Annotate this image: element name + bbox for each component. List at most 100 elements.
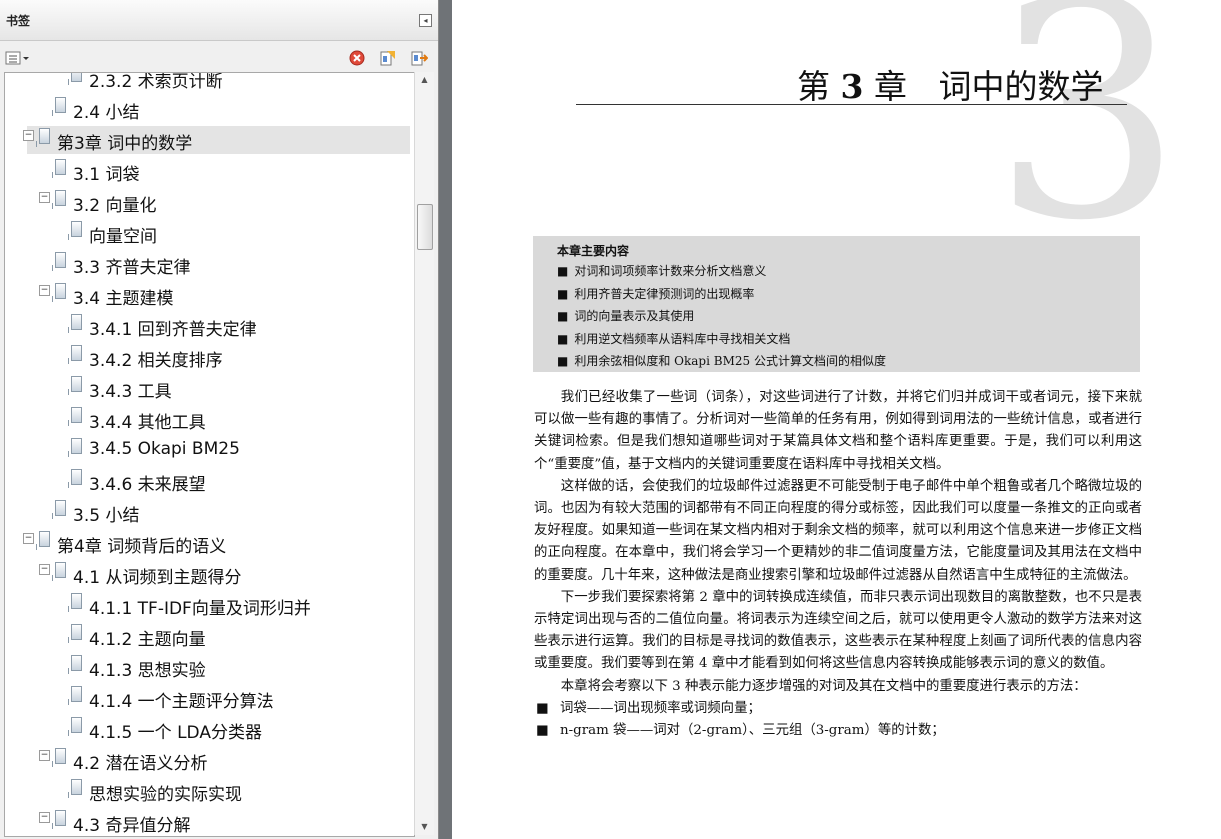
- collapse-toggle-icon[interactable]: −: [39, 812, 50, 823]
- bookmark-item[interactable]: 3.4.4 其他工具: [59, 405, 410, 433]
- chapter-title: 词中的数学: [938, 67, 1104, 106]
- tree-scrollbar[interactable]: ▲ ▼: [414, 72, 434, 835]
- scroll-thumb[interactable]: [417, 204, 433, 250]
- bookmark-label: 4.3 奇异值分解: [73, 816, 191, 836]
- bookmark-item[interactable]: 4.1.5 一个 LDA分类器: [59, 715, 410, 743]
- bookmark-label: 4.1 从词频到主题得分: [73, 568, 242, 588]
- bookmark-label: 向量空间: [89, 227, 157, 247]
- bookmark-label: 3.4 主题建模: [73, 289, 174, 309]
- body-list-item: 词袋——词出现频率或词频向量；: [534, 698, 1142, 720]
- delete-bookmark-icon[interactable]: [348, 50, 366, 66]
- collapse-toggle-icon[interactable]: −: [39, 750, 50, 761]
- bookmark-icon: [68, 73, 82, 85]
- bookmark-icon: [52, 500, 66, 519]
- scroll-up-arrow-icon[interactable]: ▲: [415, 72, 434, 88]
- bookmark-toolbar: [0, 44, 438, 72]
- chapter-rule: [576, 104, 1127, 105]
- bookmark-icon: [68, 345, 82, 364]
- body-text: 我们已经收集了一些词（词条），对这些词进行了计数，并将它们归并成词干或者词元，接…: [534, 387, 1142, 742]
- panel-title: 书签: [6, 14, 31, 28]
- collapse-panel-icon[interactable]: ◂: [419, 14, 432, 27]
- bookmark-label: 3.4.2 相关度排序: [89, 351, 223, 371]
- bookmark-item[interactable]: 4.1.2 主题向量: [59, 622, 410, 650]
- bookmark-label: 思想实验的实际实现: [89, 785, 242, 805]
- bookmark-icon: [68, 593, 82, 612]
- bookmark-item[interactable]: − 4.1 从词频到主题得分: [39, 560, 410, 588]
- bookmark-item[interactable]: 3.1 词袋: [43, 157, 410, 185]
- bookmark-item[interactable]: 3.4.6 未来展望: [59, 467, 410, 495]
- expand-bookmark-icon[interactable]: [410, 50, 428, 66]
- bookmark-item[interactable]: 3.4.1 回到齐普夫定律: [59, 312, 410, 340]
- bookmark-icon: [52, 190, 66, 209]
- bookmark-icon: [52, 159, 66, 178]
- bookmark-label: 4.1.2 主题向量: [89, 630, 206, 650]
- body-list-item: n-gram 袋——词对（2-gram）、三元组（3-gram）等的计数；: [534, 720, 1142, 742]
- collapse-toggle-icon[interactable]: −: [23, 533, 34, 544]
- bookmark-icon: [68, 717, 82, 736]
- bookmark-item[interactable]: − 4.3 奇异值分解: [39, 808, 410, 836]
- bookmark-item[interactable]: 3.4.2 相关度排序: [59, 343, 410, 371]
- panel-splitter[interactable]: [439, 0, 452, 839]
- bookmark-item[interactable]: 2.4 小结: [43, 95, 410, 123]
- bookmark-item[interactable]: 4.1.1 TF-IDF向量及词形归并: [59, 591, 410, 619]
- bookmark-label: 2.4 小结: [73, 103, 140, 123]
- summary-item: 利用齐普夫定律预测词的出现概率: [557, 285, 754, 302]
- bookmark-item[interactable]: 2.3.2 术索页计断: [59, 72, 410, 92]
- bookmark-item[interactable]: 4.1.3 思想实验: [59, 653, 410, 681]
- bookmark-label: 3.4.1 回到齐普夫定律: [89, 320, 257, 340]
- bookmark-icon: [68, 624, 82, 643]
- bookmark-icon: [52, 252, 66, 271]
- summary-item: 利用逆文档频率从语料库中寻找相关文档: [557, 330, 790, 347]
- summary-box: 本章主要内容 对词和词项频率计数来分析文档意义利用齐普夫定律预测词的出现概率词的…: [533, 236, 1140, 372]
- bookmark-item[interactable]: − 3.4 主题建模: [39, 281, 410, 309]
- bookmark-icon: [68, 655, 82, 674]
- bookmark-icon: [68, 407, 82, 426]
- bookmark-item[interactable]: 思想实验的实际实现: [59, 777, 410, 805]
- bookmark-label: 第3章 词中的数学: [57, 134, 193, 154]
- bookmark-label: 4.1.3 思想实验: [89, 661, 206, 681]
- bookmark-label: 第4章 词频背后的语义: [57, 537, 227, 557]
- bookmark-item[interactable]: 3.4.3 工具: [59, 374, 410, 402]
- bookmark-label: 3.4.6 未来展望: [89, 475, 206, 495]
- bookmark-item[interactable]: − 4.2 潜在语义分析: [39, 746, 410, 774]
- options-menu-icon[interactable]: [5, 50, 31, 66]
- bookmark-label: 3.5 小结: [73, 506, 140, 526]
- bookmark-item[interactable]: − 3.2 向量化: [39, 188, 410, 216]
- bookmark-item[interactable]: − 第3章 词中的数学: [23, 126, 410, 154]
- bookmarks-panel: 书签 ◂ 2.3.2 术索页计断 2.4 小结 − 第3章 词中的数学 3.1 词袋 − 3…: [0, 0, 439, 839]
- bookmark-tree: 2.3.2 术索页计断 2.4 小结 − 第3章 词中的数学 3.1 词袋 − 3.2 向量…: [4, 72, 415, 837]
- bookmark-label: 4.2 潜在语义分析: [73, 754, 208, 774]
- bookmark-label: 3.4.3 工具: [89, 382, 172, 402]
- bookmark-item[interactable]: 3.3 齐普夫定律: [43, 250, 410, 278]
- bookmark-item[interactable]: 向量空间: [59, 219, 410, 247]
- document-page: 3 第 3 章 词中的数学 本章主要内容 对词和词项频率计数来分析文档意义利用齐…: [452, 0, 1221, 839]
- collapse-toggle-icon[interactable]: −: [39, 192, 50, 203]
- body-paragraph: 下一步我们要探索将第 2 章中的词转换成连续值，而非只表示词出现数目的离散整数，…: [534, 589, 1142, 672]
- bookmark-label: 3.2 向量化: [73, 196, 157, 216]
- bookmark-icon: [52, 283, 66, 302]
- bookmark-label: 4.1.4 一个主题评分算法: [89, 692, 274, 712]
- collapse-toggle-icon[interactable]: −: [39, 564, 50, 575]
- new-bookmark-icon[interactable]: [378, 50, 396, 66]
- body-paragraph: 我们已经收集了一些词（词条），对这些词进行了计数，并将它们归并成词干或者词元，接…: [534, 390, 1142, 472]
- chapter-heading: 第 3 章 词中的数学: [797, 67, 1104, 106]
- panel-header: 书签 ◂: [0, 0, 438, 41]
- bookmark-label: 4.1.5 一个 LDA分类器: [89, 723, 262, 743]
- bookmark-label: 2.3.2 术索页计断: [89, 72, 223, 92]
- bookmark-item[interactable]: 4.1.4 一个主题评分算法: [59, 684, 410, 712]
- bookmark-icon: [68, 469, 82, 488]
- bookmark-label: 3.4.5 Okapi BM25: [89, 439, 240, 459]
- bookmark-icon: [52, 748, 66, 767]
- collapse-toggle-icon[interactable]: −: [39, 285, 50, 296]
- bookmark-label: 4.1.1 TF-IDF向量及词形归并: [89, 599, 311, 619]
- bookmark-item[interactable]: − 第4章 词频背后的语义: [23, 529, 410, 557]
- scroll-down-arrow-icon[interactable]: ▼: [415, 819, 434, 835]
- bookmark-icon: [52, 810, 66, 829]
- bookmark-item[interactable]: 3.4.5 Okapi BM25: [59, 436, 410, 464]
- bookmark-icon: [68, 438, 82, 457]
- bookmark-item[interactable]: 3.5 小结: [43, 498, 410, 526]
- bookmark-label: 3.1 词袋: [73, 165, 140, 185]
- bookmark-icon: [68, 376, 82, 395]
- bookmark-icon: [36, 128, 50, 147]
- collapse-toggle-icon[interactable]: −: [23, 130, 34, 141]
